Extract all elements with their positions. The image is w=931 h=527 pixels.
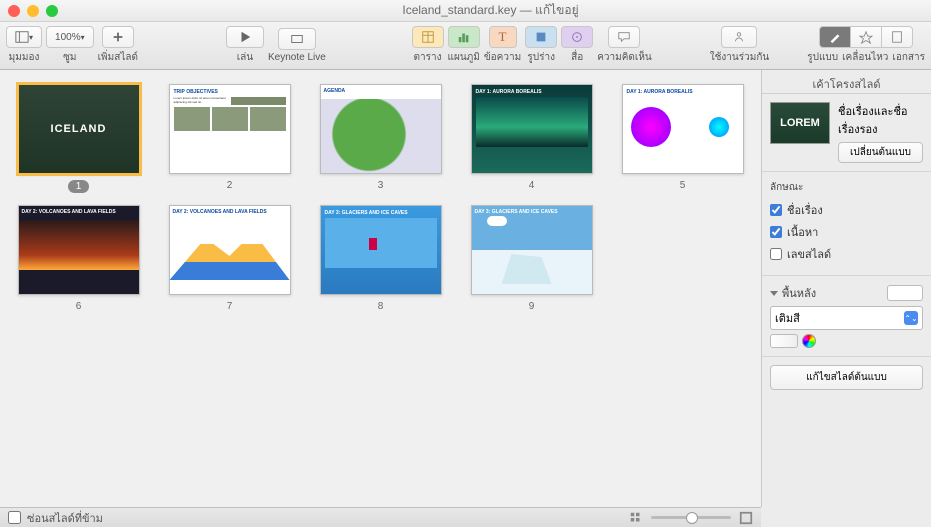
collaborate-button[interactable]: [721, 26, 757, 48]
fullscreen-icon[interactable]: [46, 5, 58, 17]
thumb-small-icon[interactable]: [629, 511, 643, 525]
add-slide-label: เพิ่มสไลด์: [98, 50, 138, 65]
slide-thumb-6[interactable]: DAY 2: VOLCANOES AND LAVA FIELDS6: [14, 205, 143, 312]
table-button[interactable]: [412, 26, 444, 48]
color-gradient-well[interactable]: [770, 334, 798, 348]
play-label: เล่น: [237, 50, 253, 65]
shape-button[interactable]: [525, 26, 557, 48]
window-title: Iceland_standard.key — แก้ไขอยู่: [58, 1, 923, 20]
format-label: รูปแบบ: [807, 50, 838, 65]
animate-label: เคลื่อนไหว: [842, 50, 888, 65]
keynote-live-label: Keynote Live: [268, 52, 326, 63]
shape-label: รูปร่าง: [527, 50, 555, 65]
slide-thumb-3[interactable]: AGENDA3: [316, 84, 445, 193]
thumb-size-slider[interactable]: [651, 516, 731, 519]
document-button[interactable]: [882, 26, 913, 48]
inspector-tab[interactable]: เค้าโครงสไลด์: [762, 70, 931, 94]
text-button[interactable]: T: [489, 26, 517, 48]
collaborate-label: ใช้งานร่วมกัน: [710, 50, 769, 65]
slide-thumb-4[interactable]: DAY 1: AURORA BOREALIS4: [467, 84, 596, 193]
slide-thumb-1[interactable]: ICELAND1: [14, 84, 143, 193]
slide-thumb-7[interactable]: DAY 2: VOLCANOES AND LAVA FIELDS7: [165, 205, 294, 312]
format-inspector: เค้าโครงสไลด์ LOREM ชื่อเรื่องและชื่อเรื…: [761, 70, 931, 507]
fill-select[interactable]: เติมสี⌃⌄: [770, 306, 923, 330]
slide-thumb-5[interactable]: DAY 1: AURORA BOREALIS5: [618, 84, 747, 193]
background-heading: พื้นหลัง: [782, 284, 816, 302]
change-master-button[interactable]: เปลี่ยนต้นแบบ: [838, 142, 923, 163]
document-label: เอกสาร: [892, 50, 925, 65]
slide-thumb-2[interactable]: TRIP OBJECTIVESLorem ipsum dolor sit ame…: [165, 84, 294, 193]
view-button[interactable]: ▾: [6, 26, 42, 48]
media-label: สื่อ: [571, 50, 583, 65]
disclosure-icon[interactable]: [770, 291, 778, 296]
close-icon[interactable]: [8, 5, 20, 17]
body-checkbox[interactable]: เนื้อหา: [770, 223, 923, 241]
table-label: ตาราง: [414, 50, 442, 65]
color-wheel-icon[interactable]: [802, 334, 816, 348]
hide-skipped-checkbox[interactable]: [8, 511, 21, 524]
master-name: ชื่อเรื่องและชื่อเรื่องรอง: [838, 102, 923, 138]
comment-button[interactable]: [608, 26, 640, 48]
toolbar: ▾ มุมมอง 100%▾ ซูม เพิ่มสไลด์ เล่น Keyno…: [0, 22, 931, 70]
comment-label: ความคิดเห็น: [597, 50, 652, 65]
background-swatch[interactable]: [887, 285, 923, 301]
media-button[interactable]: [561, 26, 593, 48]
chart-button[interactable]: [448, 26, 480, 48]
play-button[interactable]: [226, 26, 264, 48]
thumb-large-icon[interactable]: [739, 511, 753, 525]
footer-bar: ซ่อนสไลด์ที่ข้าม: [0, 507, 761, 527]
traffic-lights: [8, 5, 58, 17]
minimize-icon[interactable]: [27, 5, 39, 17]
slide-thumb-8[interactable]: DAY 3: GLACIERS AND ICE CAVES8: [316, 205, 445, 312]
master-preview: LOREM: [770, 102, 830, 144]
view-label: มุมมอง: [9, 50, 40, 65]
keynote-live-button[interactable]: [278, 28, 316, 50]
slide-thumb-9[interactable]: DAY 3: GLACIERS AND ICE CAVES9: [467, 205, 596, 312]
text-label: ข้อความ: [484, 50, 521, 65]
zoom-button[interactable]: 100%▾: [46, 26, 94, 48]
hide-skipped-label: ซ่อนสไลด์ที่ข้าม: [27, 509, 103, 527]
light-table-view[interactable]: ICELAND1 TRIP OBJECTIVESLorem ipsum dolo…: [0, 70, 761, 507]
add-slide-button[interactable]: [102, 26, 134, 48]
zoom-label: ซูม: [63, 50, 76, 65]
format-button[interactable]: [819, 26, 851, 48]
titlebar: Iceland_standard.key — แก้ไขอยู่: [0, 0, 931, 22]
title-checkbox[interactable]: ชื่อเรื่อง: [770, 201, 923, 219]
slidenum-checkbox[interactable]: เลขสไลด์: [770, 245, 923, 263]
animate-button[interactable]: [851, 26, 882, 48]
edit-master-button[interactable]: แก้ไขสไลด์ต้นแบบ: [770, 365, 923, 390]
chart-label: แผนภูมิ: [448, 50, 480, 65]
appearance-heading: ลักษณะ: [770, 180, 923, 195]
